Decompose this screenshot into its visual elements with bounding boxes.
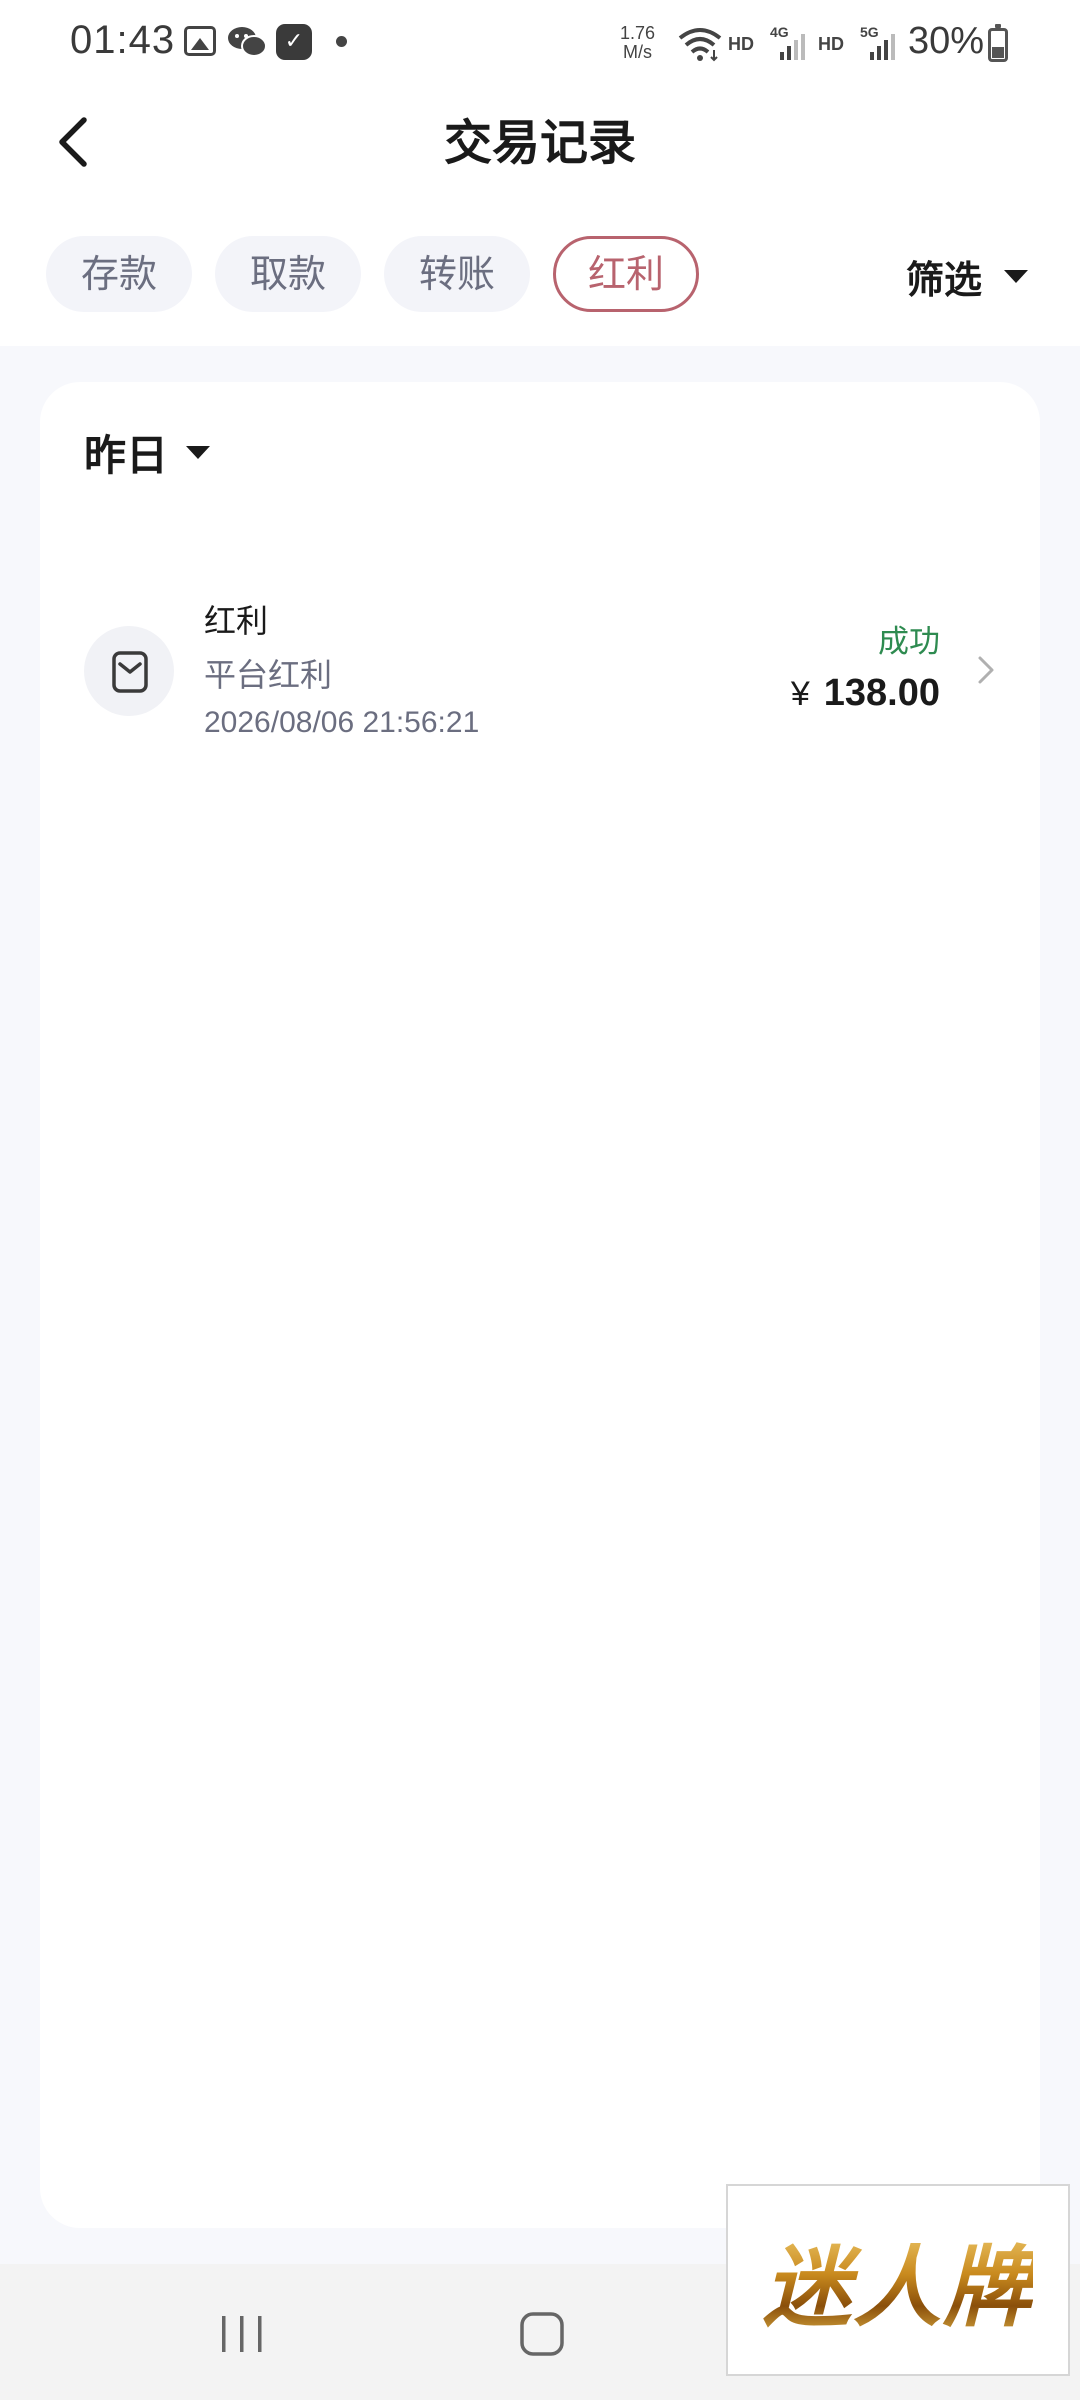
speed-value: 1.76 bbox=[620, 23, 656, 43]
hd-label: HD bbox=[728, 34, 754, 54]
wifi-icon bbox=[678, 28, 722, 62]
transaction-subtitle: 平台红利 bbox=[204, 656, 333, 694]
check-app-icon: ✓ bbox=[276, 24, 312, 60]
transaction-row[interactable]: 红利 平台红利 2026/08/06 21:56:21 成功 ¥138.00 bbox=[40, 592, 1040, 742]
page-title: 交易记录 bbox=[443, 115, 636, 171]
network-speed: 1.76 M/s bbox=[620, 24, 655, 62]
hd-label-2: HD bbox=[818, 34, 844, 54]
battery-icon bbox=[988, 24, 1008, 62]
tab-transfer[interactable]: 转账 bbox=[384, 236, 530, 312]
gallery-icon bbox=[184, 26, 216, 56]
speed-unit: M/s bbox=[623, 42, 653, 62]
transaction-status: 成功 bbox=[878, 624, 940, 660]
chevron-right-icon bbox=[978, 656, 994, 684]
transactions-card: 昨日 红利 平台红利 2026/08/06 21:56:21 成功 ¥138.0… bbox=[40, 382, 1040, 2228]
battery-percent: 30% bbox=[908, 20, 985, 62]
wechat-icon bbox=[228, 27, 267, 57]
tab-bonus[interactable]: 红利 bbox=[553, 236, 699, 312]
transaction-title: 红利 bbox=[204, 602, 269, 640]
date-range-dropdown[interactable]: 昨日 bbox=[84, 422, 211, 483]
signal-icon-2 bbox=[870, 34, 895, 60]
recent-apps-icon[interactable] bbox=[202, 2304, 282, 2364]
signal-icon bbox=[780, 34, 805, 60]
brand-watermark: 迷人牌 bbox=[726, 2184, 1070, 2376]
transaction-type-tabs: 存款 取款 转账 红利 筛选 bbox=[0, 200, 1080, 346]
tab-deposit[interactable]: 存款 bbox=[46, 236, 192, 312]
currency-symbol: ¥ bbox=[790, 675, 810, 713]
tab-withdraw[interactable]: 取款 bbox=[215, 236, 361, 312]
transaction-amount: ¥138.00 bbox=[791, 672, 940, 715]
notification-dot-icon bbox=[336, 36, 347, 47]
transaction-time: 2026/08/06 21:56:21 bbox=[204, 706, 480, 739]
caret-down-icon bbox=[186, 446, 211, 459]
wallet-icon bbox=[84, 626, 174, 716]
home-icon[interactable] bbox=[502, 2304, 582, 2364]
filter-label: 筛选 bbox=[906, 257, 983, 302]
status-bar: 01:43 ✓ 1.76 M/s HD 4G HD 5G 30% bbox=[0, 0, 1080, 88]
watermark-text: 迷人牌 bbox=[763, 2217, 1033, 2344]
date-range-label: 昨日 bbox=[84, 431, 169, 480]
amount-value: 138.00 bbox=[823, 672, 940, 714]
status-time: 01:43 bbox=[70, 18, 176, 62]
caret-down-icon bbox=[1004, 269, 1029, 283]
filter-button[interactable]: 筛选 bbox=[906, 248, 1029, 304]
